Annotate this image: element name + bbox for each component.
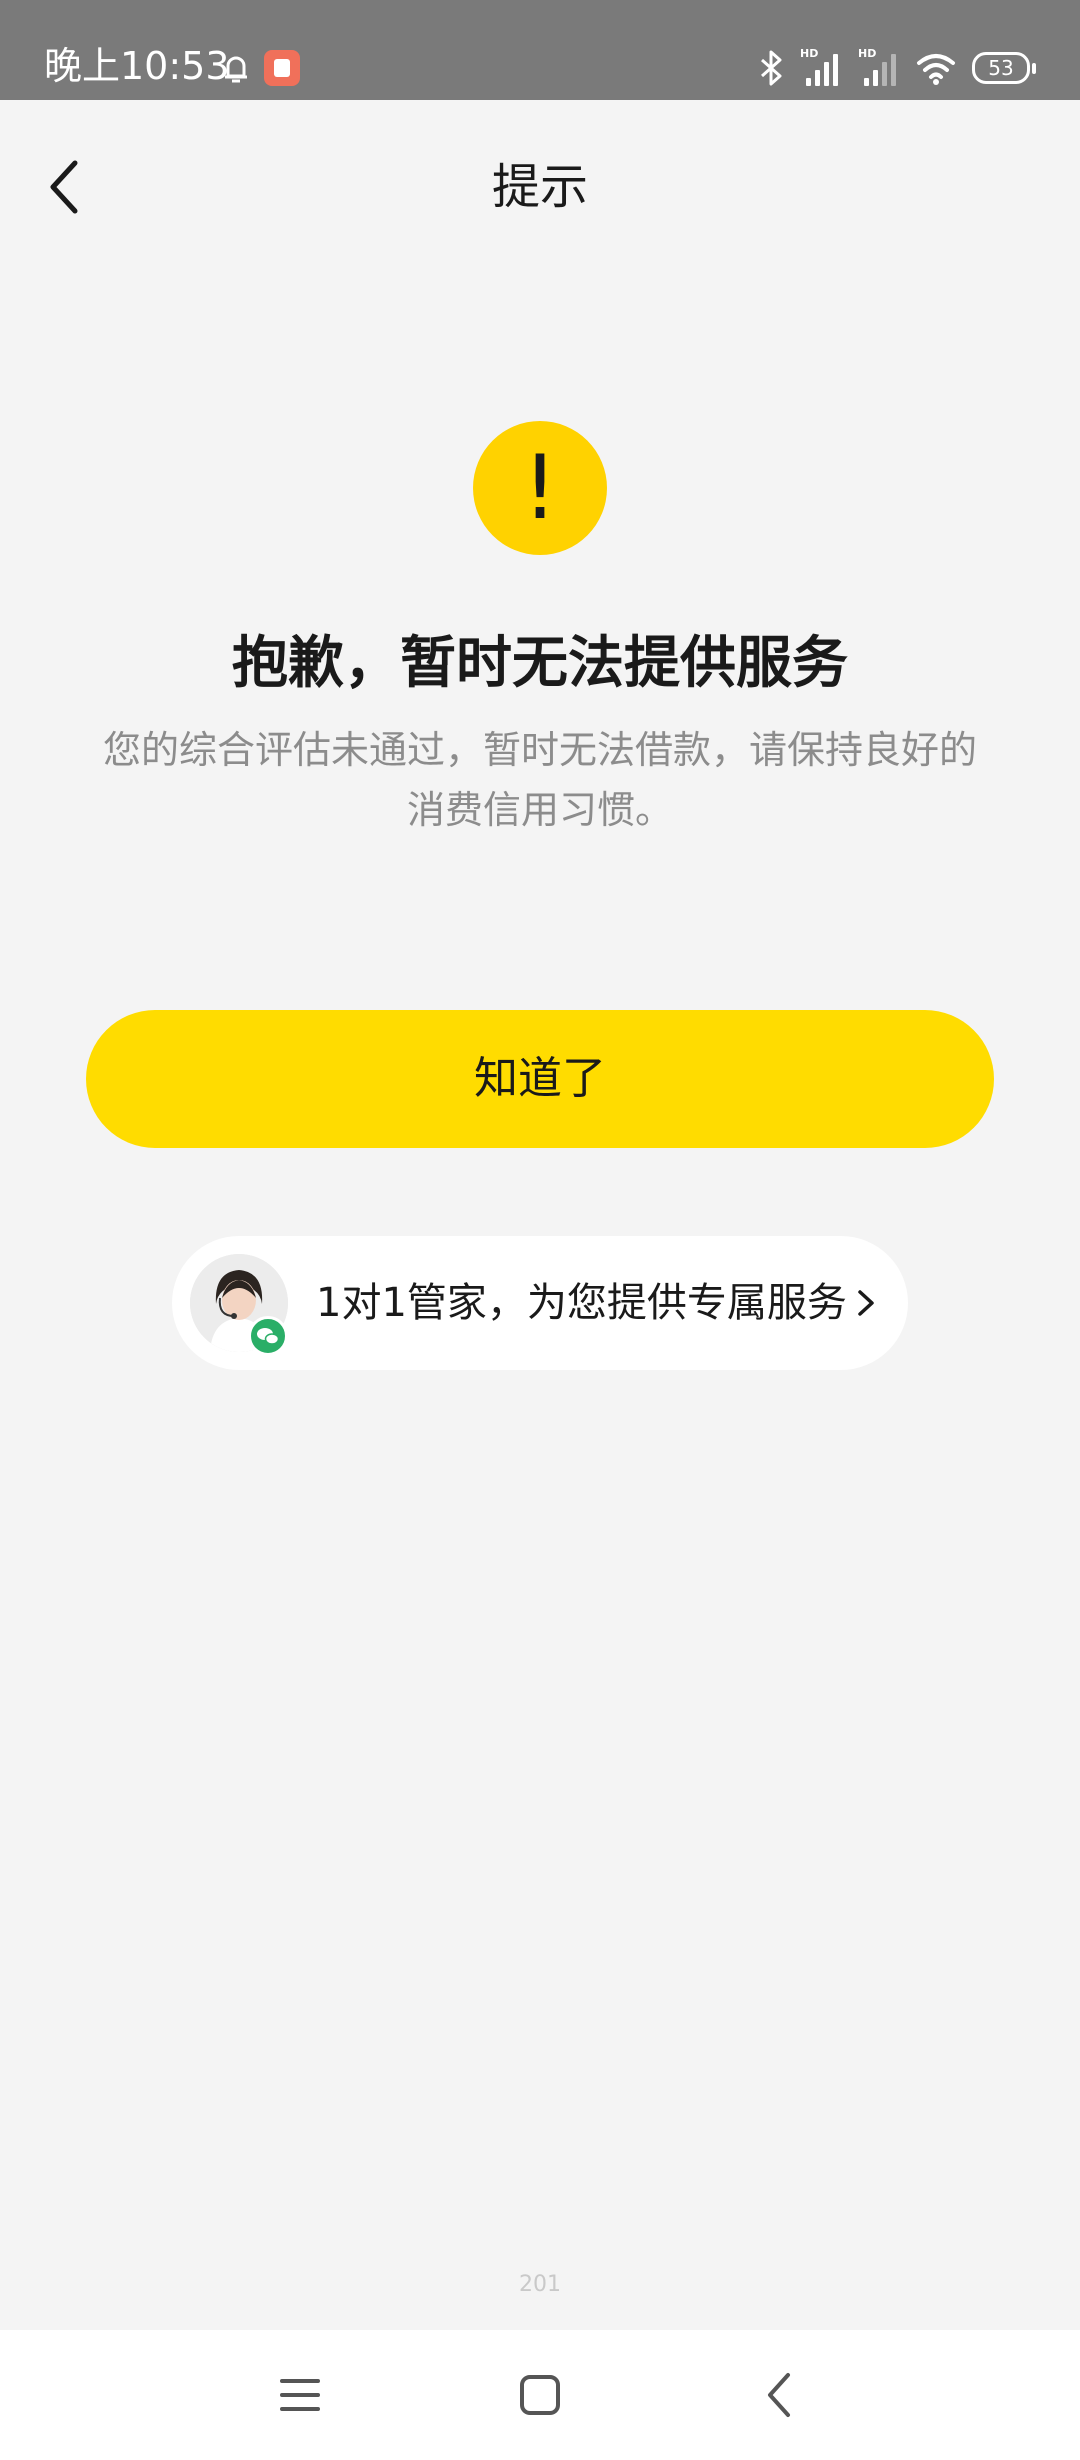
page-title: 提示 bbox=[491, 159, 588, 215]
status-bar: 晚上10:53 HD HD 53 bbox=[0, 0, 1080, 100]
status-time: 晚上10:53 bbox=[44, 44, 230, 88]
alarm-icon bbox=[225, 56, 247, 83]
hd-signal-icon: HD bbox=[858, 48, 900, 86]
warning-icon: ! bbox=[473, 421, 607, 555]
result-description: 您的综合评估未通过，暂时无法借款，请保持良好的消费信用习惯。 bbox=[102, 728, 977, 832]
back-icon[interactable] bbox=[750, 2365, 810, 2425]
system-nav-bar bbox=[0, 2330, 1080, 2460]
chevron-right-icon bbox=[858, 1290, 874, 1316]
service-banner[interactable]: 1对1管家，为您提供专属服务 bbox=[172, 1236, 908, 1370]
result-title: 抱歉，暂时无法提供服务 bbox=[232, 631, 848, 696]
service-text: 1对1管家，为您提供专属服务 bbox=[316, 1280, 847, 1326]
hd-signal-icon: HD bbox=[800, 48, 842, 86]
bluetooth-icon bbox=[761, 50, 782, 86]
confirm-button[interactable]: 知道了 bbox=[86, 1010, 994, 1148]
wifi-icon bbox=[917, 54, 955, 85]
app-notification-icon bbox=[264, 50, 300, 86]
version-text: 201 bbox=[519, 2272, 561, 2297]
home-icon[interactable] bbox=[510, 2365, 570, 2425]
wechat-icon bbox=[248, 1316, 288, 1356]
status-icons: HD HD 53 bbox=[758, 46, 1036, 90]
menu-icon[interactable] bbox=[270, 2365, 330, 2425]
battery-icon: 53 bbox=[972, 52, 1036, 84]
